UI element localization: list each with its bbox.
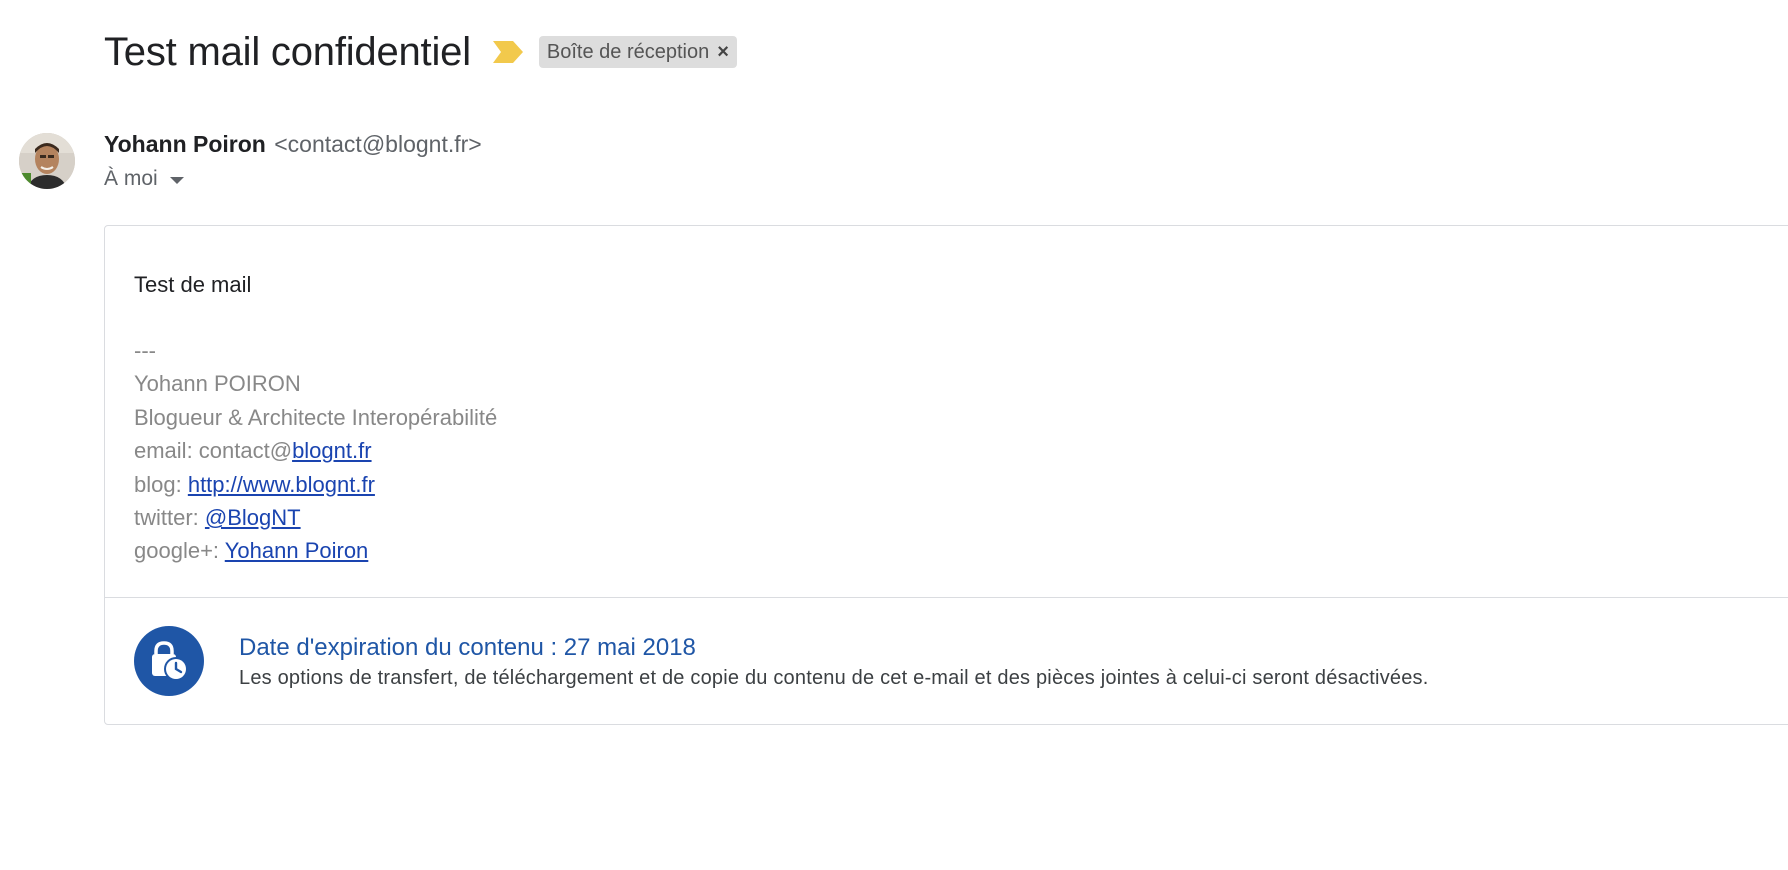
signature-name: Yohann POIRON xyxy=(134,371,301,397)
signature-separator: --- xyxy=(134,338,156,363)
recipient-line[interactable]: À moi xyxy=(104,164,184,194)
inbox-label-chip[interactable]: Boîte de réception × xyxy=(538,36,737,68)
signature-twitter-link[interactable]: @BlogNT xyxy=(205,505,301,530)
sender-line: Yohann Poiron <contact@blognt.fr> xyxy=(104,128,482,160)
signature-google-line: google+: Yohann Poiron xyxy=(134,534,497,567)
expiry-date-title: Date d'expiration du contenu : 27 mai 20… xyxy=(239,634,696,661)
sender-avatar[interactable] xyxy=(19,133,75,189)
signature-block: --- Yohann POIRON Blogueur & Architecte … xyxy=(134,334,497,568)
signature-email-link[interactable]: blognt.fr xyxy=(292,438,372,463)
signature-email-line: email: contact@blognt.fr xyxy=(134,434,497,467)
sender-email[interactable]: <contact@blognt.fr> xyxy=(274,131,481,157)
signature-twitter-line: twitter: @BlogNT xyxy=(134,501,497,534)
signature-blog-line: blog: http://www.blognt.fr xyxy=(134,468,497,501)
card-divider xyxy=(105,597,1788,598)
subject-row: Test mail confidentiel Boîte de réceptio… xyxy=(104,28,737,76)
inbox-label-text: Boîte de réception xyxy=(546,41,710,63)
importance-marker-icon[interactable] xyxy=(492,41,523,63)
signature-twitter-prefix: twitter: xyxy=(134,505,205,531)
email-view: Test mail confidentiel Boîte de réceptio… xyxy=(0,0,1788,870)
signature-blog-prefix: blog: xyxy=(134,471,188,497)
signature-role: Blogueur & Architecte Interopérabilité xyxy=(134,404,498,430)
message-body-text: Test de mail xyxy=(134,272,252,297)
chevron-down-icon[interactable] xyxy=(169,177,184,184)
sender-name[interactable]: Yohann Poiron xyxy=(104,131,266,157)
lock-clock-icon xyxy=(134,626,204,696)
recipient-label: À moi xyxy=(104,167,158,190)
signature-google-prefix: google+: xyxy=(134,538,225,564)
email-subject: Test mail confidentiel xyxy=(104,30,471,74)
signature-google-link[interactable]: Yohann Poiron xyxy=(225,538,369,563)
expiry-description: Les options de transfert, de téléchargem… xyxy=(239,667,1429,689)
signature-email-prefix: email: contact@ xyxy=(134,438,293,464)
remove-label-icon[interactable]: × xyxy=(717,36,729,68)
signature-blog-link[interactable]: http://www.blognt.fr xyxy=(188,472,375,497)
message-card: Test de mail --- Yohann POIRON Blogueur … xyxy=(104,225,1788,725)
